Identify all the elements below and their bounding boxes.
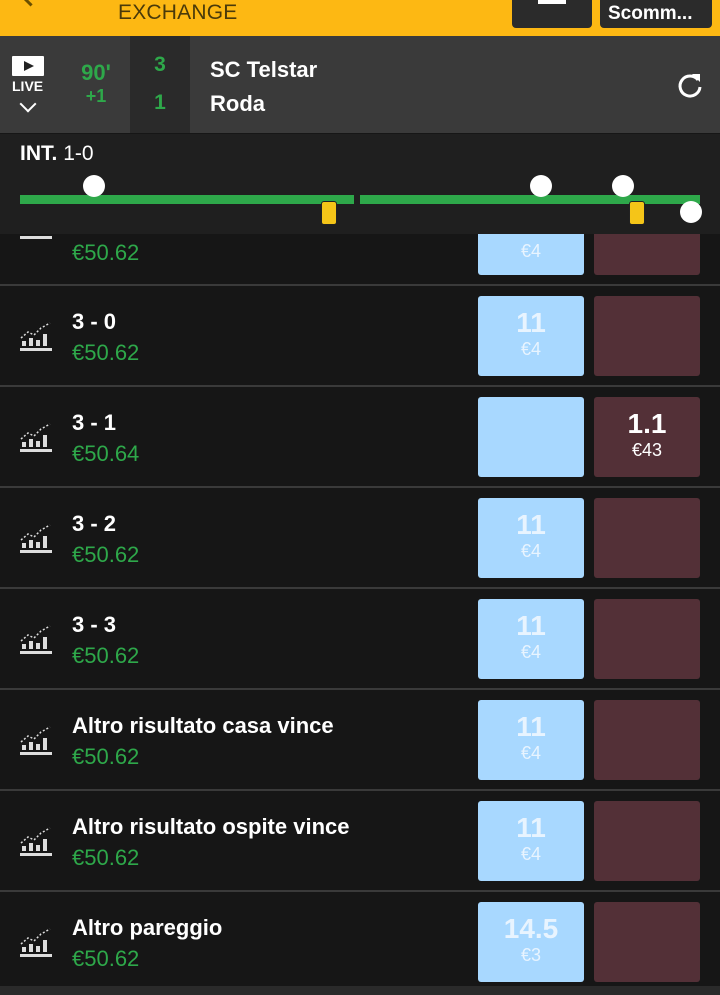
my-bets-button[interactable]: Scomm...: [600, 0, 712, 28]
back-stake: €4: [520, 541, 542, 561]
yellow-card-marker: [321, 201, 337, 225]
back-stake: €3: [520, 945, 542, 965]
lay-price-button[interactable]: [594, 599, 700, 679]
back-stake: €4: [520, 241, 542, 261]
back-price-button[interactable]: [478, 397, 584, 477]
back-odds: 11: [516, 509, 546, 540]
refresh-icon[interactable]: [676, 71, 704, 99]
profit-loss: €50.64: [72, 441, 140, 466]
runner-name: Altro risultato ospite vince: [72, 814, 350, 839]
runner-row: 3 - 0 €50.62 11 €4: [0, 286, 720, 387]
goal-marker: [612, 175, 634, 197]
profit-loss: €50.62: [72, 845, 140, 870]
back-stake: €4: [520, 339, 542, 359]
live-label: LIVE: [12, 78, 44, 94]
top-bar: EXCHANGE Scomm...: [0, 0, 720, 36]
back-price-button[interactable]: 14.5 €3: [478, 902, 584, 982]
back-odds: 14.5: [503, 913, 559, 944]
home-team-name: SC Telstar: [210, 57, 318, 82]
menu-button[interactable]: [512, 0, 592, 28]
market-chart-icon[interactable]: [18, 320, 54, 352]
halftime-score: INT. 1-0: [20, 142, 94, 166]
lay-price-button[interactable]: [594, 801, 700, 881]
scoreboard: 3 1: [130, 36, 190, 133]
correct-score-market: €50.62 €4 3 - 0 €50.62 11 €4 3 - 1 €50.64 1.1 €43…: [0, 186, 720, 993]
profit-loss: €50.62: [72, 744, 140, 769]
runner-name: 3 - 0: [72, 309, 117, 334]
lay-price-button[interactable]: [594, 296, 700, 376]
second-half-track: [360, 195, 700, 204]
runner-row: Altro risultato casa vince €50.62 11 €4: [0, 690, 720, 791]
back-odds: 11: [516, 307, 546, 338]
profit-loss: €50.62: [72, 946, 140, 971]
lay-price-button[interactable]: 1.1 €43: [594, 397, 700, 477]
menu-icon: [538, 0, 566, 4]
runner-row: 3 - 3 €50.62 11 €4: [0, 589, 720, 690]
goal-marker: [530, 175, 552, 197]
market-chart-icon[interactable]: [18, 421, 54, 453]
runner-name: 3 - 2: [72, 511, 117, 536]
match-timeline: INT. 1-0: [0, 134, 720, 234]
lay-odds: 1.1: [627, 408, 667, 439]
profit-loss: €50.62: [72, 240, 140, 265]
period-label: INT.: [20, 142, 58, 165]
extra-time: +1: [85, 86, 107, 106]
runner-name: 3 - 1: [72, 410, 117, 435]
halftime-score-value: 1-0: [63, 142, 94, 165]
runner-name: Altro pareggio: [72, 915, 223, 940]
goal-marker: [83, 175, 105, 197]
market-chart-icon[interactable]: [18, 623, 54, 655]
back-price-button[interactable]: 11 €4: [478, 801, 584, 881]
market-chart-icon[interactable]: [18, 926, 54, 958]
market-chart-icon[interactable]: [18, 522, 54, 554]
back-odds: 11: [516, 711, 546, 742]
match-header: LIVE 90' +1 3 1 SC Telstar Roda: [0, 36, 720, 133]
back-stake: €4: [520, 844, 542, 864]
back-price-button[interactable]: 11 €4: [478, 296, 584, 376]
back-odds: 11: [516, 812, 546, 843]
profit-loss: €50.62: [72, 643, 140, 668]
yellow-card-marker: [629, 201, 645, 225]
back-price-button[interactable]: 11 €4: [478, 700, 584, 780]
runner-row: Altro pareggio €50.62 14.5 €3: [0, 892, 720, 993]
runner-row: 3 - 2 €50.62 11 €4: [0, 488, 720, 589]
back-price-button[interactable]: 11 €4: [478, 498, 584, 578]
back-stake: €4: [520, 743, 542, 763]
back-chevron-icon[interactable]: [18, 0, 43, 7]
away-team-name: Roda: [210, 91, 265, 116]
match-minute: 90': [81, 60, 111, 85]
brand-logo: EXCHANGE: [118, 1, 238, 24]
back-odds: 11: [516, 610, 546, 641]
lay-price-button[interactable]: [594, 498, 700, 578]
runner-row: 3 - 1 €50.64 1.1 €43: [0, 387, 720, 488]
runner-row: Altro risultato ospite vince €50.62 11 €4: [0, 791, 720, 892]
market-chart-icon[interactable]: [18, 724, 54, 756]
market-chart-icon[interactable]: [18, 825, 54, 857]
live-stream-toggle[interactable]: LIVE: [12, 56, 48, 113]
lay-price-button[interactable]: [594, 902, 700, 982]
lay-price-button[interactable]: [594, 700, 700, 780]
profit-loss: €50.62: [72, 542, 140, 567]
back-stake: €4: [520, 642, 542, 662]
play-icon: [12, 56, 44, 76]
runner-name: 3 - 3: [72, 612, 117, 637]
profit-loss: €50.62: [72, 340, 140, 365]
bottom-edge: [0, 986, 720, 995]
chevron-down-icon: [19, 95, 37, 113]
first-half-track: [20, 195, 354, 204]
goal-marker: [680, 201, 702, 223]
runner-name: Altro risultato casa vince: [72, 713, 334, 738]
home-score: 3: [154, 53, 166, 76]
away-score: 1: [154, 91, 166, 114]
back-price-button[interactable]: 11 €4: [478, 599, 584, 679]
lay-stake: €43: [631, 440, 663, 460]
